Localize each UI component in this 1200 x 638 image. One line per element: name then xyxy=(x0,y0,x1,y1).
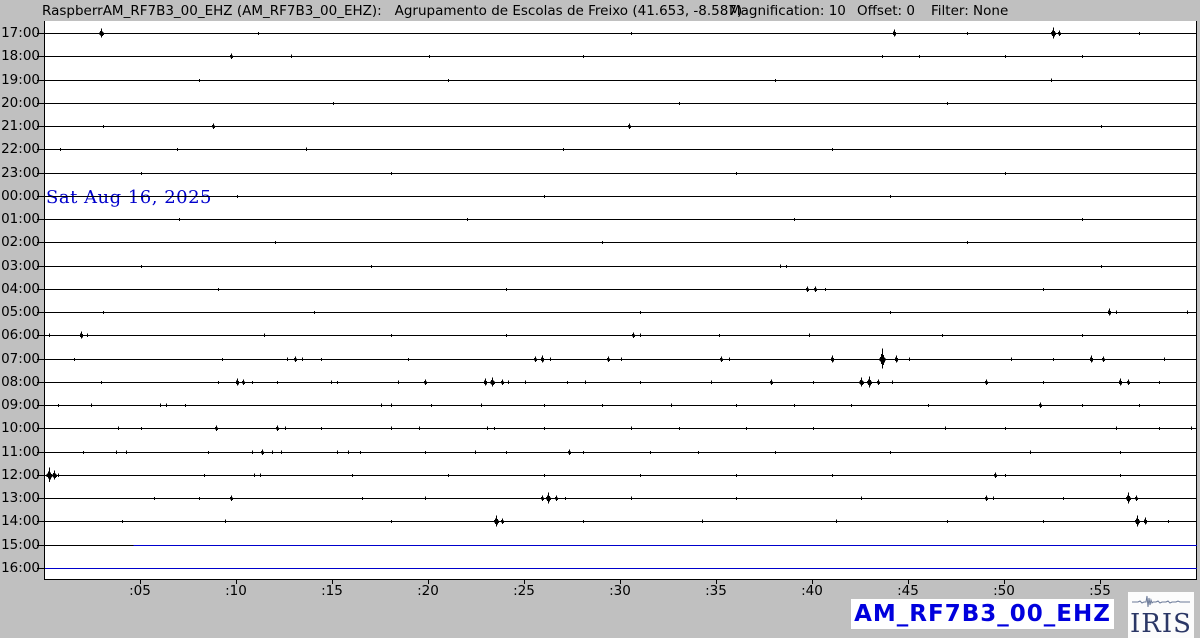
hour-tick-18:00 xyxy=(37,56,44,57)
iris-seismogram-squiggle xyxy=(1132,596,1190,607)
minute-label-:50: :50 xyxy=(987,583,1021,599)
hour-label-07:00: 07:00 xyxy=(0,351,40,367)
hour-label-12:00: 12:00 xyxy=(0,467,40,483)
hour-label-18:00: 18:00 xyxy=(0,48,40,64)
minute-label-:15: :15 xyxy=(315,583,349,599)
trace-events-12:00 xyxy=(47,468,1121,482)
hour-label-04:00: 04:00 xyxy=(0,281,40,297)
minute-label-:25: :25 xyxy=(507,583,541,599)
hour-tick-02:00 xyxy=(37,242,44,243)
hour-tick-01:00 xyxy=(37,219,44,220)
hour-label-23:00: 23:00 xyxy=(0,165,40,181)
hour-label-10:00: 10:00 xyxy=(0,420,40,436)
hour-label-22:00: 22:00 xyxy=(0,141,40,157)
hour-label-05:00: 05:00 xyxy=(0,304,40,320)
hour-label-15:00: 15:00 xyxy=(0,537,40,553)
magnification-label: Magnification: 10 xyxy=(729,3,846,19)
minute-label-:55: :55 xyxy=(1083,583,1117,599)
iris-logo: IRIS xyxy=(1128,592,1194,638)
hour-tick-06:00 xyxy=(37,335,44,336)
station-title: RaspberrAM_RF7B3_00_EHZ (AM_RF7B3_00_EHZ… xyxy=(42,3,742,19)
offset-label: Offset: 0 xyxy=(857,3,915,19)
hour-tick-07:00 xyxy=(37,359,44,360)
hour-label-19:00: 19:00 xyxy=(0,72,40,88)
minute-label-:05: :05 xyxy=(123,583,157,599)
trace-events-07:00 xyxy=(75,349,1165,369)
hour-tick-03:00 xyxy=(37,266,44,267)
hour-tick-00:00 xyxy=(37,196,44,197)
hour-tick-11:00 xyxy=(37,452,44,453)
station-badge-label: AM_RF7B3_00_EHZ xyxy=(854,601,1111,627)
minute-label-:20: :20 xyxy=(411,583,445,599)
hour-tick-23:00 xyxy=(37,173,44,174)
hour-label-00:00: 00:00 xyxy=(0,188,40,204)
hour-tick-05:00 xyxy=(37,312,44,313)
hour-label-02:00: 02:00 xyxy=(0,234,40,250)
hour-tick-19:00 xyxy=(37,80,44,81)
hour-tick-09:00 xyxy=(37,405,44,406)
hour-label-11:00: 11:00 xyxy=(0,444,40,460)
hour-tick-14:00 xyxy=(37,521,44,522)
hour-tick-13:00 xyxy=(37,498,44,499)
minute-label-:45: :45 xyxy=(891,583,925,599)
hour-label-03:00: 03:00 xyxy=(0,258,40,274)
hour-label-20:00: 20:00 xyxy=(0,95,40,111)
minute-label-:10: :10 xyxy=(219,583,253,599)
iris-logo-graphic: IRIS xyxy=(1128,592,1194,638)
hour-label-14:00: 14:00 xyxy=(0,513,40,529)
hour-label-06:00: 06:00 xyxy=(0,327,40,343)
hour-label-08:00: 08:00 xyxy=(0,374,40,390)
hour-label-17:00: 17:00 xyxy=(0,25,40,41)
seismogram-traces xyxy=(45,21,1197,579)
iris-logo-text: IRIS xyxy=(1130,609,1192,638)
hour-label-13:00: 13:00 xyxy=(0,490,40,506)
plot-area: Sat Aug 16, 2025 xyxy=(44,21,1197,580)
hour-label-16:00: 16:00 xyxy=(0,560,40,576)
trace-events-17:00 xyxy=(100,28,1140,39)
filter-label: Filter: None xyxy=(931,3,1008,19)
hour-tick-04:00 xyxy=(37,289,44,290)
helicorder-screen: RaspberrAM_RF7B3_00_EHZ (AM_RF7B3_00_EHZ… xyxy=(0,0,1200,638)
trace-events-08:00 xyxy=(102,377,1160,388)
hour-tick-15:00 xyxy=(37,545,44,546)
minute-label-:40: :40 xyxy=(795,583,829,599)
hour-tick-16:00 xyxy=(37,568,44,569)
hour-tick-12:00 xyxy=(37,475,44,476)
station-badge: AM_RF7B3_00_EHZ xyxy=(851,599,1114,629)
hour-tick-21:00 xyxy=(37,126,44,127)
hour-label-09:00: 09:00 xyxy=(0,397,40,413)
minute-label-:35: :35 xyxy=(699,583,733,599)
minute-label-:30: :30 xyxy=(603,583,637,599)
hour-tick-08:00 xyxy=(37,382,44,383)
trace-events-13:00 xyxy=(155,493,1138,504)
hour-label-21:00: 21:00 xyxy=(0,118,40,134)
hour-tick-20:00 xyxy=(37,103,44,104)
hour-tick-22:00 xyxy=(37,149,44,150)
hour-tick-10:00 xyxy=(37,428,44,429)
header-bar: RaspberrAM_RF7B3_00_EHZ (AM_RF7B3_00_EHZ… xyxy=(0,3,1200,21)
hour-label-01:00: 01:00 xyxy=(0,211,40,227)
hour-tick-17:00 xyxy=(37,33,44,34)
trace-events-14:00 xyxy=(123,516,1169,527)
